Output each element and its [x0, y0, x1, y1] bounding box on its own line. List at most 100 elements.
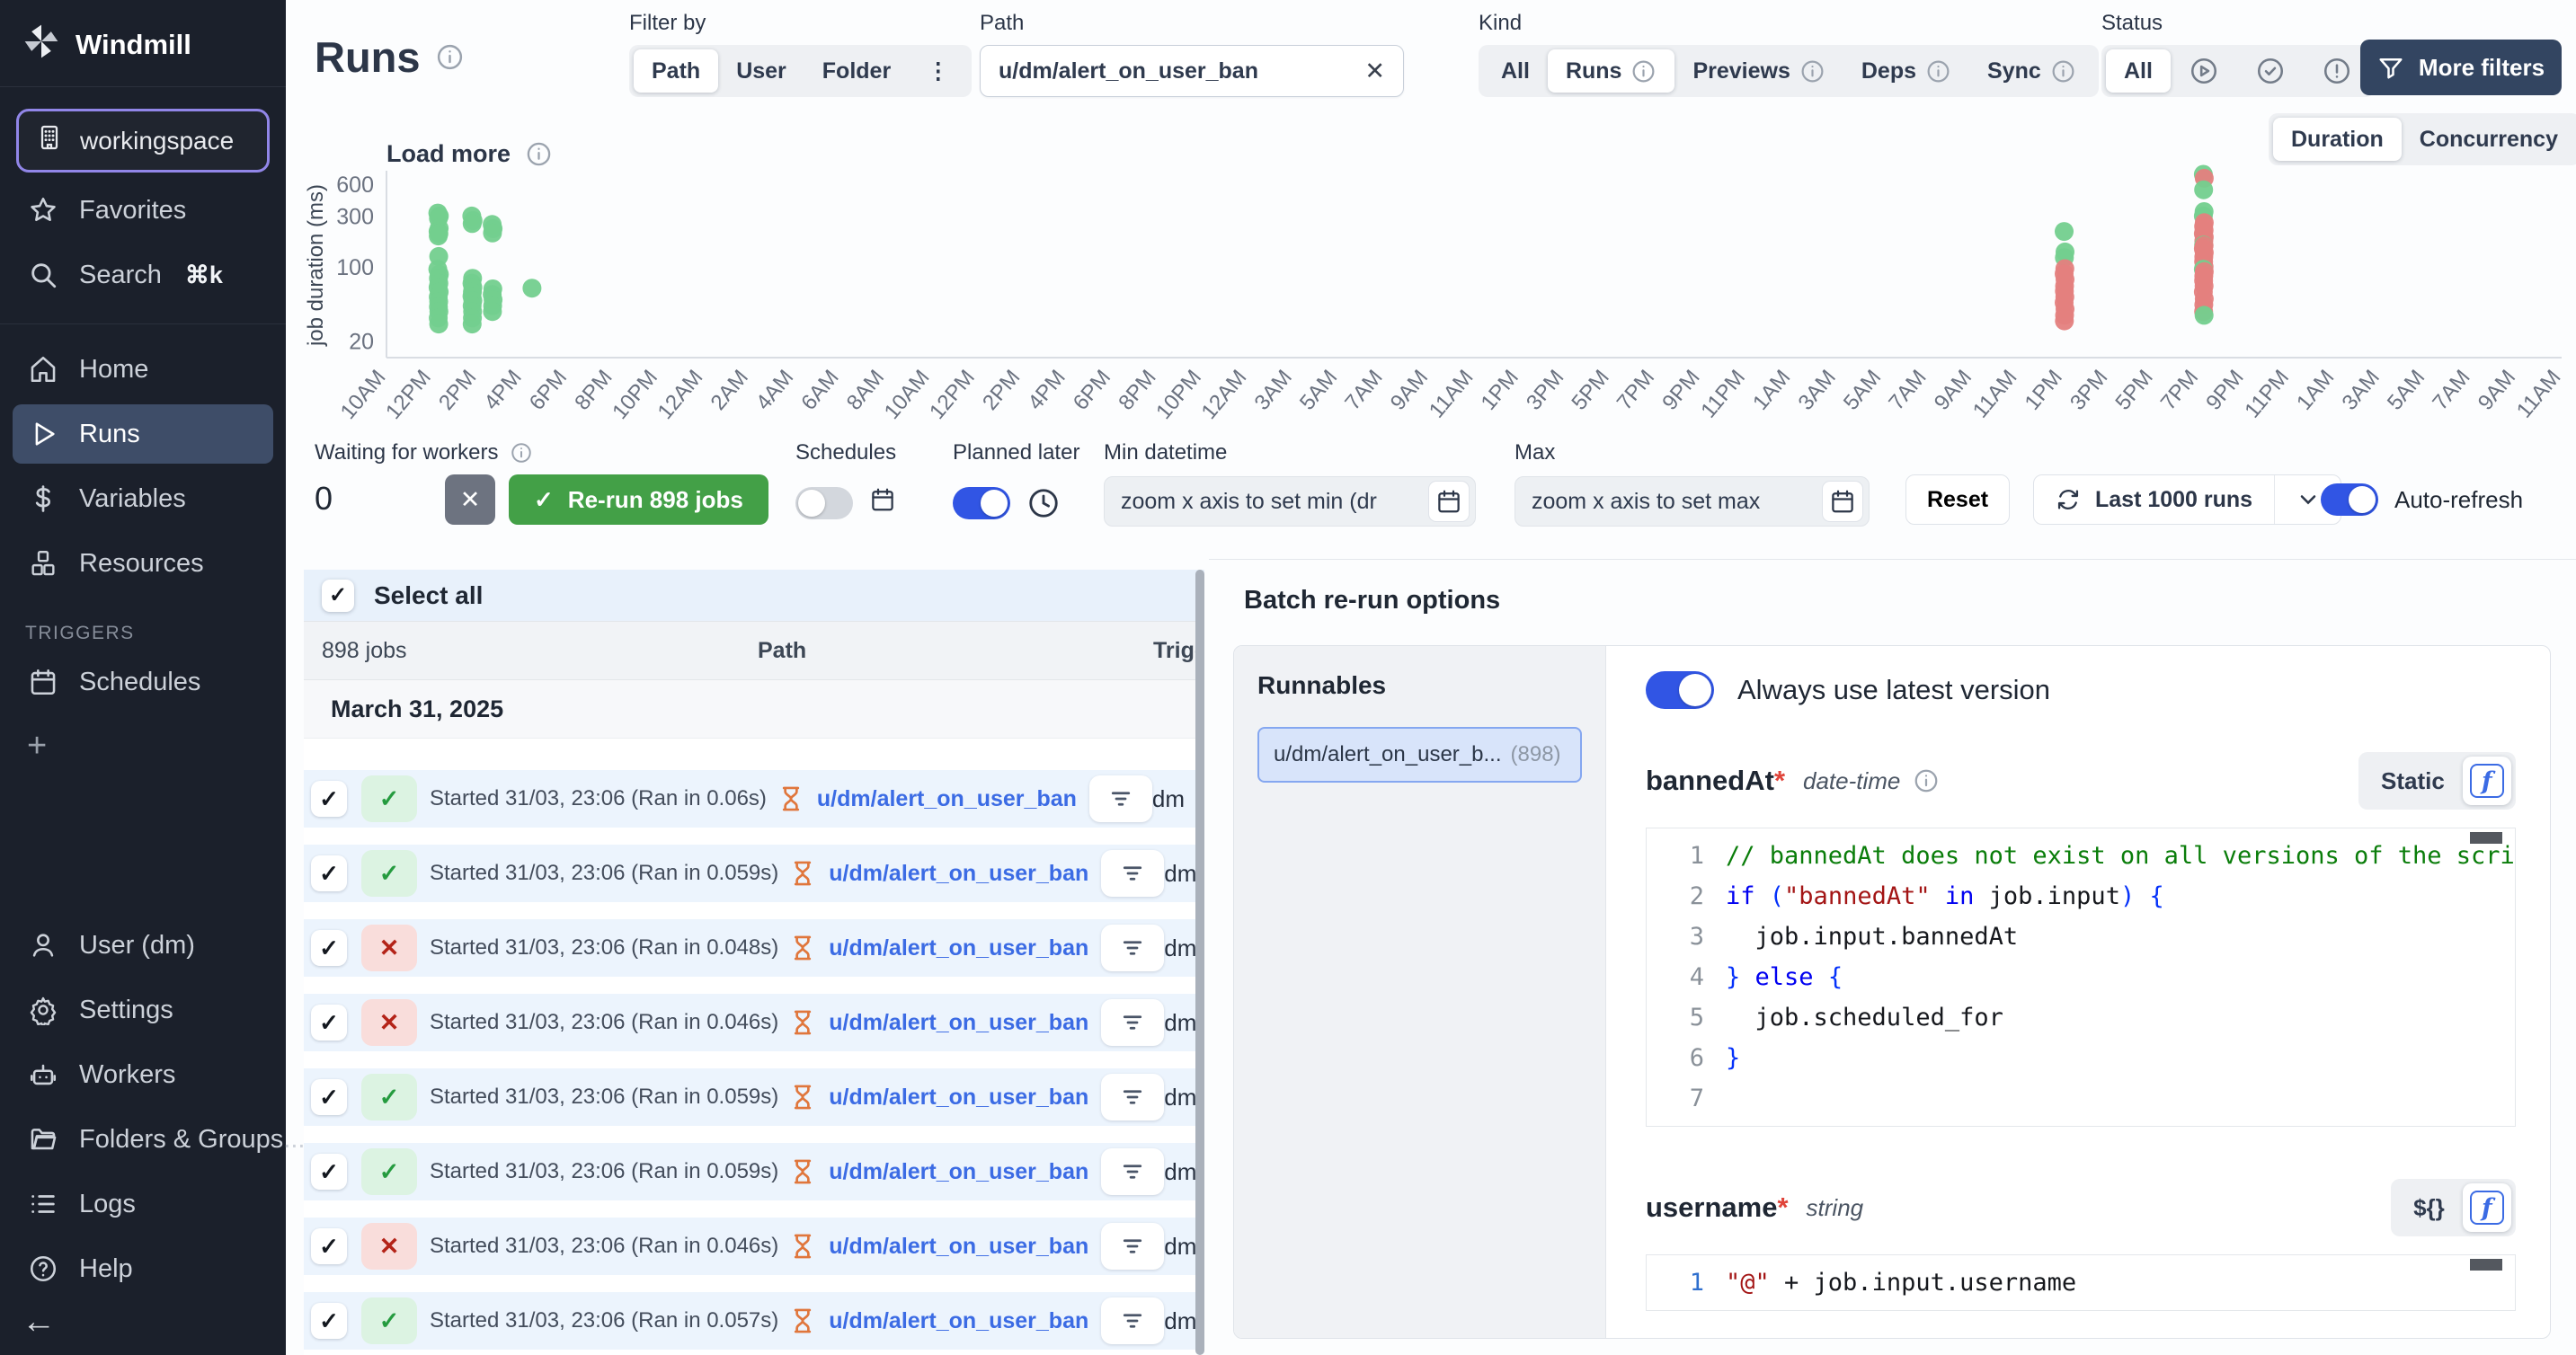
run-path-link[interactable]: u/dm/alert_on_user_ban: [829, 1085, 1088, 1111]
row-checkbox[interactable]: ✓: [311, 855, 347, 891]
table-row[interactable]: ✓✕Started 31/03, 23:06 (Ran in 0.046s)u/…: [304, 994, 1204, 1051]
status-option-check-circle[interactable]: [2237, 49, 2304, 93]
path-filter-input[interactable]: u/dm/alert_on_user_ban ✕: [980, 45, 1404, 97]
clear-path-icon[interactable]: ✕: [1364, 58, 1385, 85]
row-checkbox[interactable]: ✓: [311, 781, 347, 817]
sidebar-item-favorites[interactable]: Favorites: [13, 181, 273, 240]
editor-code[interactable]: // bannedAt does not exist on all versio…: [1726, 828, 2515, 1126]
row-checkbox[interactable]: ✓: [311, 1005, 347, 1041]
row-checkbox[interactable]: ✓: [311, 1228, 347, 1264]
row-checkbox[interactable]: ✓: [311, 1079, 347, 1115]
code-editor-username[interactable]: 1"@" + job.input.username: [1646, 1254, 2516, 1311]
filter-by-kebab-icon[interactable]: ⋮: [909, 49, 967, 93]
run-path-link[interactable]: u/dm/alert_on_user_ban: [829, 935, 1088, 961]
rerun-jobs-button[interactable]: ✓ Re-run 898 jobs: [509, 474, 768, 525]
sidebar-item-search[interactable]: Search⌘k: [13, 245, 273, 305]
runnable-item[interactable]: u/dm/alert_on_user_b... (898): [1257, 727, 1582, 783]
row-filter-button[interactable]: [1101, 1074, 1164, 1120]
mode-label[interactable]: ${}: [2395, 1194, 2463, 1222]
success-run-point[interactable]: [463, 314, 482, 333]
sidebar-item-variables[interactable]: Variables: [13, 469, 273, 528]
row-filter-button[interactable]: [1089, 775, 1152, 822]
mode-selected-chip[interactable]: f: [2463, 1183, 2511, 1232]
row-checkbox[interactable]: ✓: [311, 930, 347, 966]
row-filter-button[interactable]: [1101, 1148, 1164, 1195]
mode-selected-chip[interactable]: f: [2463, 757, 2511, 805]
table-row[interactable]: ✓✕Started 31/03, 23:06 (Ran in 0.048s)u/…: [304, 919, 1204, 977]
filter-by-option-folder[interactable]: Folder: [804, 49, 909, 93]
table-row[interactable]: ✓✓Started 31/03, 23:06 (Ran in 0.059s)u/…: [304, 1143, 1204, 1200]
filter-by-option-path[interactable]: Path: [634, 49, 718, 93]
run-path-link[interactable]: u/dm/alert_on_user_ban: [829, 1010, 1088, 1036]
auto-refresh-toggle[interactable]: [2321, 483, 2378, 516]
latest-version-toggle[interactable]: [1646, 671, 1714, 709]
collapse-sidebar-button[interactable]: ←: [0, 1301, 286, 1339]
table-row[interactable]: ✓✕Started 31/03, 23:06 (Ran in 0.046s)u/…: [304, 1218, 1204, 1275]
sidebar-item-help[interactable]: Help: [13, 1239, 273, 1298]
row-checkbox[interactable]: ✓: [311, 1303, 347, 1339]
app-logo[interactable]: Windmill: [0, 13, 286, 87]
sidebar-item-settings[interactable]: Settings: [13, 980, 273, 1040]
run-path-link[interactable]: u/dm/alert_on_user_ban: [829, 1234, 1088, 1260]
row-filter-button[interactable]: [1101, 999, 1164, 1046]
sidebar-item-user-dm-[interactable]: User (dm): [13, 916, 273, 975]
success-run-point[interactable]: [2055, 222, 2074, 241]
sidebar-item-schedules[interactable]: Schedules: [13, 652, 273, 712]
mode-label[interactable]: Static: [2363, 767, 2463, 795]
filter-by-option-user[interactable]: User: [718, 49, 804, 93]
row-filter-button[interactable]: [1101, 925, 1164, 971]
row-filter-button[interactable]: [1101, 1297, 1164, 1344]
kind-option-sync[interactable]: Sync: [1969, 49, 2094, 93]
run-path-link[interactable]: u/dm/alert_on_user_ban: [829, 1159, 1088, 1185]
status-option-all[interactable]: All: [2106, 49, 2171, 93]
last-runs-button[interactable]: Last 1000 runs: [2034, 475, 2274, 524]
row-filter-button[interactable]: [1101, 1223, 1164, 1270]
runs-scatter-chart[interactable]: 2010030060010AM12PM2PM4PM6PM8PM10PM12AM2…: [315, 135, 2576, 445]
success-run-point[interactable]: [2195, 306, 2214, 324]
kind-option-deps[interactable]: Deps: [1843, 49, 1969, 93]
max-calendar-button[interactable]: [1822, 481, 1863, 522]
run-path-link[interactable]: u/dm/alert_on_user_ban: [829, 861, 1088, 887]
code-editor-bannedAt[interactable]: 1234567// bannedAt does not exist on all…: [1646, 828, 2516, 1127]
success-run-point[interactable]: [430, 314, 449, 333]
more-filters-button[interactable]: More filters: [2360, 40, 2562, 95]
status-option-play-circle[interactable]: [2171, 49, 2237, 93]
run-path-link[interactable]: u/dm/alert_on_user_ban: [829, 1308, 1088, 1334]
kind-option-all[interactable]: All: [1483, 49, 1548, 93]
min-datetime-input[interactable]: zoom x axis to set min (dr: [1104, 476, 1476, 527]
sidebar-item-home[interactable]: Home: [13, 340, 273, 399]
waiting-info-icon[interactable]: [510, 441, 533, 465]
min-calendar-button[interactable]: [1428, 481, 1470, 522]
field-info-icon[interactable]: [1913, 767, 1940, 794]
sidebar-item-resources[interactable]: Resources: [13, 534, 273, 593]
reset-button[interactable]: Reset: [1905, 474, 2010, 525]
jobs-scrollbar[interactable]: [1195, 570, 1204, 1355]
run-path-link[interactable]: u/dm/alert_on_user_ban: [817, 786, 1077, 812]
max-datetime-input[interactable]: zoom x axis to set max: [1515, 476, 1870, 527]
sidebar-item-logs[interactable]: Logs: [13, 1174, 273, 1234]
success-run-point[interactable]: [463, 214, 482, 233]
success-run-point[interactable]: [522, 279, 541, 297]
table-row[interactable]: ✓✓Started 31/03, 23:06 (Ran in 0.059s)u/…: [304, 1068, 1204, 1126]
success-run-point[interactable]: [483, 224, 502, 243]
editor-code[interactable]: "@" + job.input.username: [1726, 1255, 2515, 1310]
sidebar-item-runs[interactable]: Runs: [13, 404, 273, 464]
row-filter-button[interactable]: [1101, 850, 1164, 897]
batch-scrollbar[interactable]: [2550, 841, 2551, 1334]
table-row[interactable]: ✓✓Started 31/03, 23:06 (Ran in 0.059s)u/…: [304, 845, 1204, 902]
workspace-selector[interactable]: workingspace: [16, 109, 270, 173]
add-trigger-button[interactable]: +: [0, 714, 286, 777]
table-row[interactable]: ✓✓Started 31/03, 23:06 (Ran in 0.057s)u/…: [304, 1292, 1204, 1350]
kind-option-runs[interactable]: Runs: [1548, 49, 1675, 93]
select-all-checkbox[interactable]: ✓: [322, 580, 354, 612]
cancel-selection-button[interactable]: ✕: [445, 474, 495, 525]
row-checkbox[interactable]: ✓: [311, 1154, 347, 1190]
success-run-point[interactable]: [483, 302, 502, 321]
sidebar-item-folders-groups-[interactable]: Folders & Groups...: [13, 1110, 273, 1169]
table-row[interactable]: ✓✓Started 31/03, 23:06 (Ran in 0.06s)u/d…: [304, 770, 1204, 828]
success-run-point[interactable]: [2194, 181, 2213, 199]
success-run-point[interactable]: [429, 226, 448, 245]
planned-later-toggle[interactable]: [953, 487, 1010, 519]
sidebar-item-workers[interactable]: Workers: [13, 1045, 273, 1104]
runs-info-icon[interactable]: [435, 42, 465, 72]
